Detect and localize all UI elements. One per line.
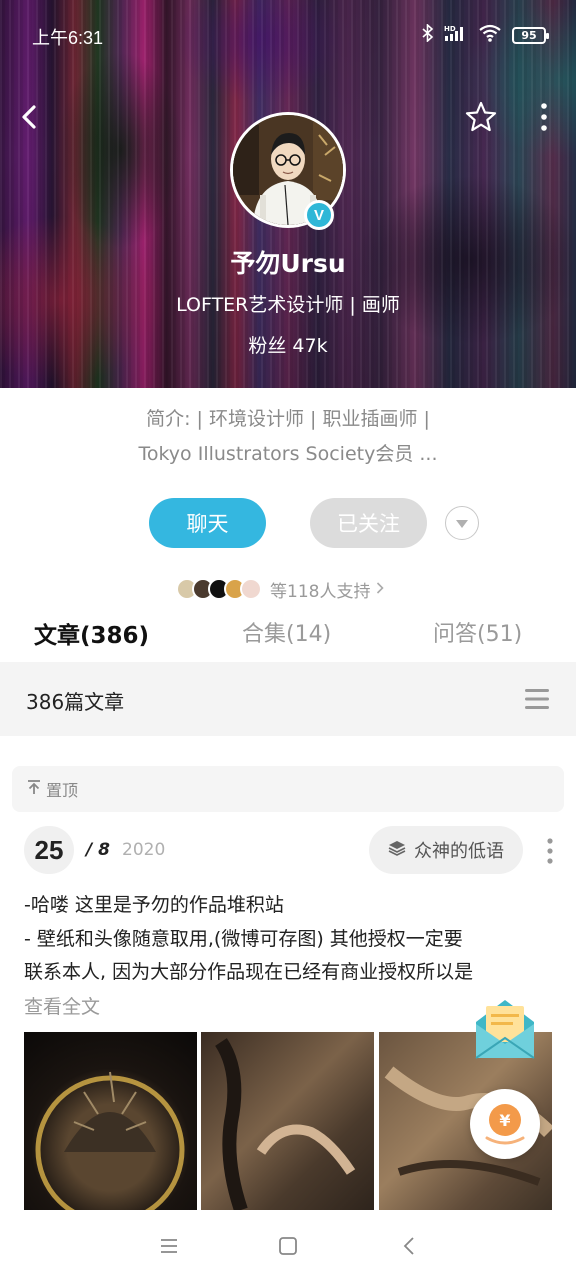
- hd-signal-icon: HD: [444, 24, 468, 47]
- triangle-down-icon: [455, 514, 469, 533]
- tab-qa[interactable]: 问答(51): [433, 616, 522, 648]
- dropdown-button[interactable]: [445, 506, 479, 540]
- post-month: / 8: [86, 840, 110, 860]
- bio-line-2[interactable]: Tokyo Illustrators Society会员 ...: [0, 439, 576, 466]
- verified-badge: V: [304, 200, 334, 230]
- chat-button[interactable]: 聊天: [149, 498, 266, 548]
- supporter-avatar: [240, 578, 262, 600]
- post-day: 25: [24, 826, 74, 874]
- collection-chip[interactable]: 众神的低语: [369, 826, 523, 874]
- pinned-label: 置顶: [46, 781, 79, 800]
- avatar[interactable]: V: [230, 112, 346, 230]
- post-image[interactable]: [201, 1032, 374, 1210]
- pin-icon: [26, 779, 42, 799]
- article-count: 386篇文章: [26, 690, 125, 714]
- reward-coin-icon[interactable]: ¥: [470, 1089, 540, 1159]
- supporters-row[interactable]: 等118人支持: [176, 576, 385, 602]
- fans-count[interactable]: 粉丝 47k: [0, 331, 576, 358]
- battery-icon: 95: [512, 27, 549, 44]
- post-text-line[interactable]: 联系本人, 因为大部分作品现在已经有商业授权所以是: [24, 957, 554, 984]
- supporters-label: 等118人支持: [270, 581, 371, 602]
- bio-line-1[interactable]: 简介: | 环境设计师 | 职业插画师 |: [0, 404, 576, 431]
- profile-role: LOFTER艺术设计师 | 画师: [176, 294, 400, 316]
- svg-text:¥: ¥: [499, 1111, 510, 1130]
- profile-name: 予勿Ursu: [230, 249, 346, 278]
- system-back-icon[interactable]: [398, 1234, 422, 1258]
- system-nav-bar: [0, 1212, 576, 1280]
- collection-label: 众神的低语: [414, 841, 504, 862]
- status-time: 上午6:31: [32, 28, 104, 48]
- tab-articles[interactable]: 文章(386): [34, 616, 149, 650]
- bluetooth-icon: [422, 23, 434, 47]
- back-icon[interactable]: [16, 100, 44, 134]
- post-image[interactable]: [24, 1032, 197, 1210]
- home-icon[interactable]: [276, 1234, 300, 1258]
- post-more-icon[interactable]: [540, 836, 560, 866]
- post-year: 2020: [122, 840, 166, 860]
- post-text-line[interactable]: -哈喽 这里是予勿的作品堆积站: [24, 890, 554, 917]
- supporters-link[interactable]: 等118人支持: [270, 577, 385, 602]
- status-bar: 上午6:31 HD 95: [0, 0, 576, 70]
- list-menu-icon[interactable]: [524, 687, 550, 711]
- star-icon[interactable]: [464, 100, 498, 134]
- layers-icon: [388, 840, 406, 861]
- chevron-right-icon: [376, 579, 385, 599]
- read-more-link[interactable]: 查看全文: [24, 992, 100, 1019]
- status-icons: HD 95: [422, 23, 549, 47]
- pinned-bar[interactable]: 置顶: [12, 766, 564, 812]
- post-text-line[interactable]: - 壁纸和头像随意取用,(微博可存图) 其他授权一定要: [24, 924, 554, 951]
- envelope-icon[interactable]: [472, 994, 538, 1062]
- menu-icon[interactable]: [157, 1234, 181, 1258]
- wifi-icon: [478, 24, 502, 47]
- followed-button[interactable]: 已关注: [310, 498, 427, 548]
- svg-text:HD: HD: [444, 25, 456, 33]
- more-vertical-icon[interactable]: [532, 100, 556, 134]
- tab-collections[interactable]: 合集(14): [242, 616, 331, 648]
